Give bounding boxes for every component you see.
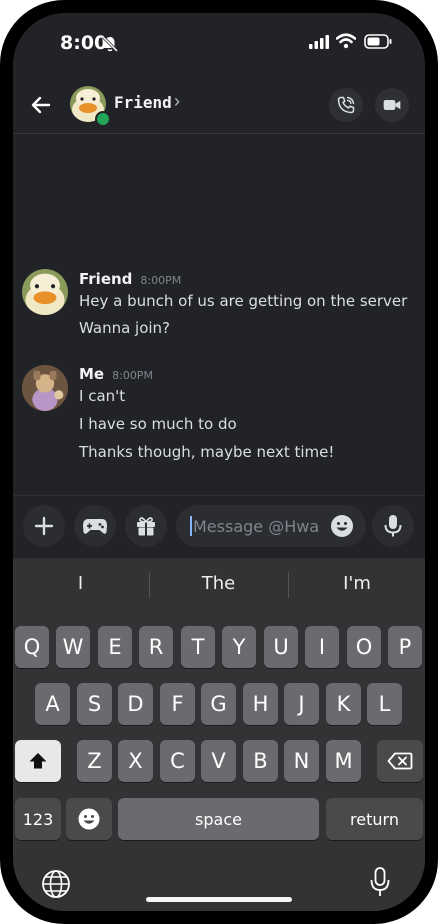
key-b[interactable]: B	[243, 740, 278, 782]
signal-icon	[309, 35, 329, 49]
video-icon	[383, 100, 401, 110]
key-z[interactable]: Z	[77, 740, 112, 782]
key-r[interactable]: R	[139, 626, 173, 668]
key-x[interactable]: X	[118, 740, 153, 782]
suggestion-3[interactable]: I'm	[289, 573, 425, 594]
key-a[interactable]: A	[35, 683, 70, 725]
key-j[interactable]: J	[284, 683, 319, 725]
key-s[interactable]: S	[77, 683, 112, 725]
key-v[interactable]: V	[201, 740, 236, 782]
message-line[interactable]: Hey a bunch of us are getting on the ser…	[79, 292, 407, 310]
space-key[interactable]: space	[118, 798, 319, 840]
phone-icon	[337, 96, 355, 114]
key-t[interactable]: T	[181, 626, 215, 668]
friend-message-time: 8:00PM	[140, 274, 182, 287]
text-cursor	[190, 516, 192, 536]
friend-message-header: Friend 8:00PM	[79, 270, 181, 289]
me-author-name[interactable]: Me	[79, 365, 104, 383]
key-k[interactable]: K	[326, 683, 361, 725]
suggestion-2[interactable]: The	[150, 573, 287, 594]
message-line[interactable]: Wanna join?	[79, 319, 170, 337]
suggestion-1[interactable]: I	[13, 573, 148, 594]
shift-icon	[29, 753, 47, 769]
attach-button[interactable]	[23, 505, 65, 547]
key-f[interactable]: F	[160, 683, 195, 725]
return-key[interactable]: return	[326, 798, 423, 840]
key-h[interactable]: H	[243, 683, 278, 725]
backspace-icon	[387, 752, 413, 770]
gift-icon	[137, 517, 155, 536]
voice-call-button[interactable]	[329, 88, 363, 122]
plus-icon	[34, 516, 54, 536]
composer-divider	[13, 495, 425, 496]
emoji-button[interactable]	[330, 514, 354, 538]
gift-button[interactable]	[125, 505, 167, 547]
key-d[interactable]: D	[118, 683, 153, 725]
home-indicator	[146, 897, 292, 902]
key-m[interactable]: M	[326, 740, 361, 782]
microphone-icon	[384, 515, 402, 537]
key-y[interactable]: Y	[222, 626, 256, 668]
key-w[interactable]: W	[56, 626, 90, 668]
me-message-avatar[interactable]	[22, 365, 68, 411]
emoji-keyboard-icon	[78, 808, 100, 830]
phone-frame: 8:00 Friend › Friend 8:00PM Hey a bunch …	[0, 0, 438, 924]
emoji-icon	[331, 515, 353, 537]
message-line[interactable]: Thanks though, maybe next time!	[79, 443, 334, 461]
battery-icon	[364, 34, 392, 49]
message-line[interactable]: I can't	[79, 387, 125, 405]
friend-avatar[interactable]	[68, 84, 111, 127]
title-chevron-icon: ›	[174, 91, 180, 111]
emoji-keyboard-key[interactable]	[66, 798, 112, 840]
numbers-key[interactable]: 123	[15, 798, 61, 840]
message-line[interactable]: I have so much to do	[79, 415, 237, 433]
keyboard: I The I'm Q W E R T Y U I O P A S D F G …	[13, 558, 425, 911]
globe-icon[interactable]	[41, 869, 71, 899]
backspace-key[interactable]	[377, 740, 423, 782]
chat-title[interactable]: Friend	[114, 93, 172, 112]
key-n[interactable]: N	[284, 740, 319, 782]
video-call-button[interactable]	[375, 88, 409, 122]
chat-header: Friend ›	[13, 77, 425, 134]
key-o[interactable]: O	[347, 626, 381, 668]
gamepad-icon	[83, 519, 107, 534]
friend-author-name[interactable]: Friend	[79, 270, 132, 288]
key-i[interactable]: I	[305, 626, 339, 668]
wifi-icon	[336, 33, 356, 49]
message-placeholder: Message @Hwa	[193, 517, 320, 536]
voice-message-button[interactable]	[372, 505, 414, 547]
back-arrow-icon[interactable]	[29, 93, 53, 117]
key-e[interactable]: E	[98, 626, 132, 668]
key-g[interactable]: G	[201, 683, 236, 725]
me-message-time: 8:00PM	[112, 369, 153, 382]
me-message-header: Me 8:00PM	[79, 365, 153, 384]
activities-button[interactable]	[74, 505, 116, 547]
online-status-dot	[95, 111, 111, 127]
shift-key[interactable]	[15, 740, 61, 782]
friend-message-avatar[interactable]	[22, 269, 68, 315]
key-p[interactable]: P	[388, 626, 422, 668]
dictation-icon[interactable]	[369, 866, 391, 898]
message-input[interactable]: Message @Hwa	[176, 505, 366, 547]
do-not-disturb-icon	[101, 35, 119, 53]
screen: 8:00 Friend › Friend 8:00PM Hey a bunch …	[13, 13, 425, 911]
key-l[interactable]: L	[367, 683, 402, 725]
key-u[interactable]: U	[264, 626, 298, 668]
key-q[interactable]: Q	[15, 626, 49, 668]
key-c[interactable]: C	[160, 740, 195, 782]
